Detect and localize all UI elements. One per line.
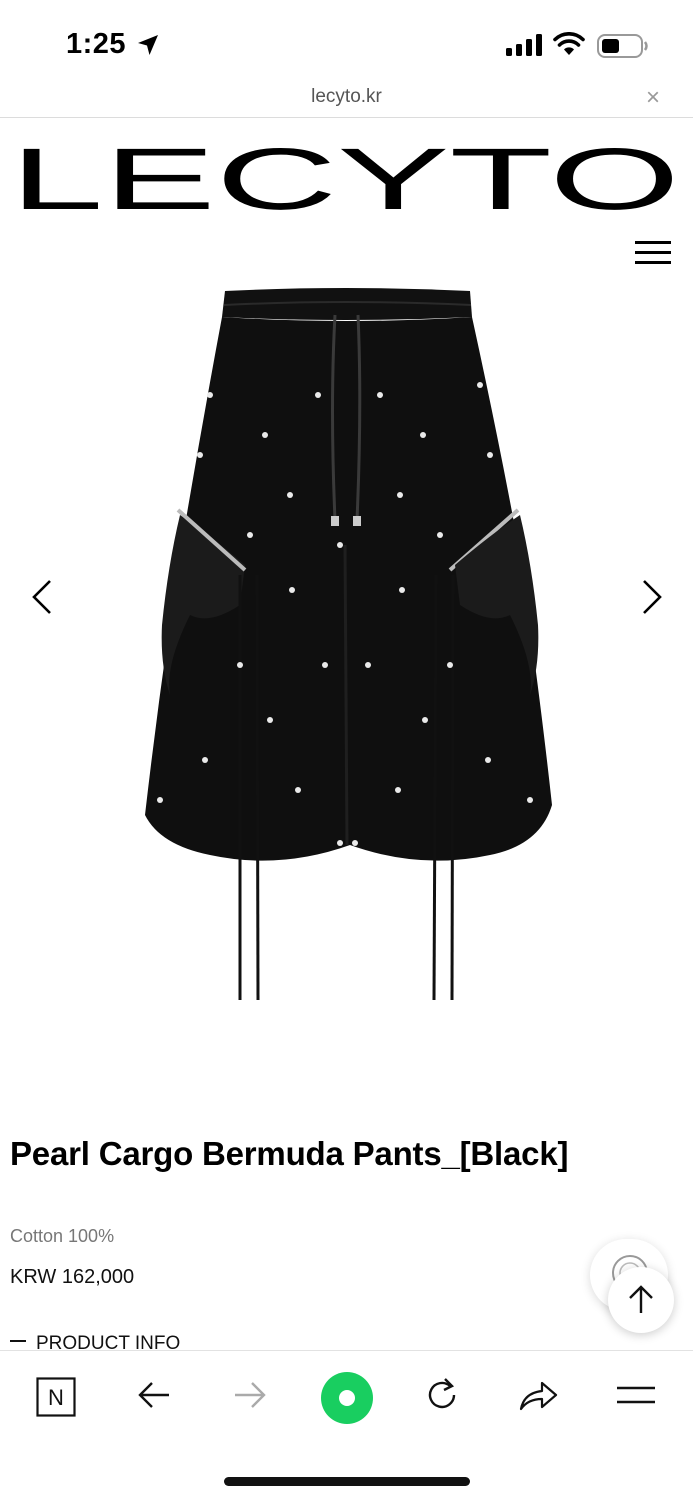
location-arrow-icon [138,35,158,55]
naver-letter: N [48,1385,64,1410]
forward-arrow-icon[interactable] [232,1375,268,1415]
status-time: 1:25 [66,28,127,60]
home-indicator [224,1477,470,1486]
chevron-left-icon[interactable] [28,578,56,616]
site-logo[interactable]: LECYTO [10,124,682,216]
page: 1:25 lecyto.kr × LECYTO Pearl Cargo Berm… [0,0,693,1500]
url-text: lecyto.kr [311,86,382,107]
status-bar: 1:25 [0,0,693,90]
green-dot-icon[interactable] [320,1371,374,1425]
hamburger-icon[interactable] [633,239,673,267]
address-bar[interactable]: lecyto.kr × [0,82,693,118]
chevron-right-icon[interactable] [638,578,666,616]
reload-icon[interactable] [422,1375,462,1415]
signal-icon [506,34,542,56]
arrow-up-icon [629,1285,653,1313]
battery-icon [597,34,648,58]
back-arrow-icon[interactable] [136,1375,172,1415]
menu-icon[interactable] [614,1375,658,1415]
product-material: Cotton 100% [10,1226,115,1246]
logo-text: LECYTO [10,130,680,216]
dash-icon [10,1340,26,1342]
wifi-icon [553,32,585,55]
scroll-to-top-button[interactable] [608,1267,674,1333]
share-icon[interactable] [518,1375,560,1415]
product-title: Pearl Cargo Bermuda Pants_[Black] [10,1135,569,1172]
naver-icon[interactable]: N [36,1377,76,1417]
close-icon[interactable]: × [646,84,660,112]
product-image[interactable] [140,285,560,1005]
product-price: KRW 162,000 [10,1266,135,1288]
